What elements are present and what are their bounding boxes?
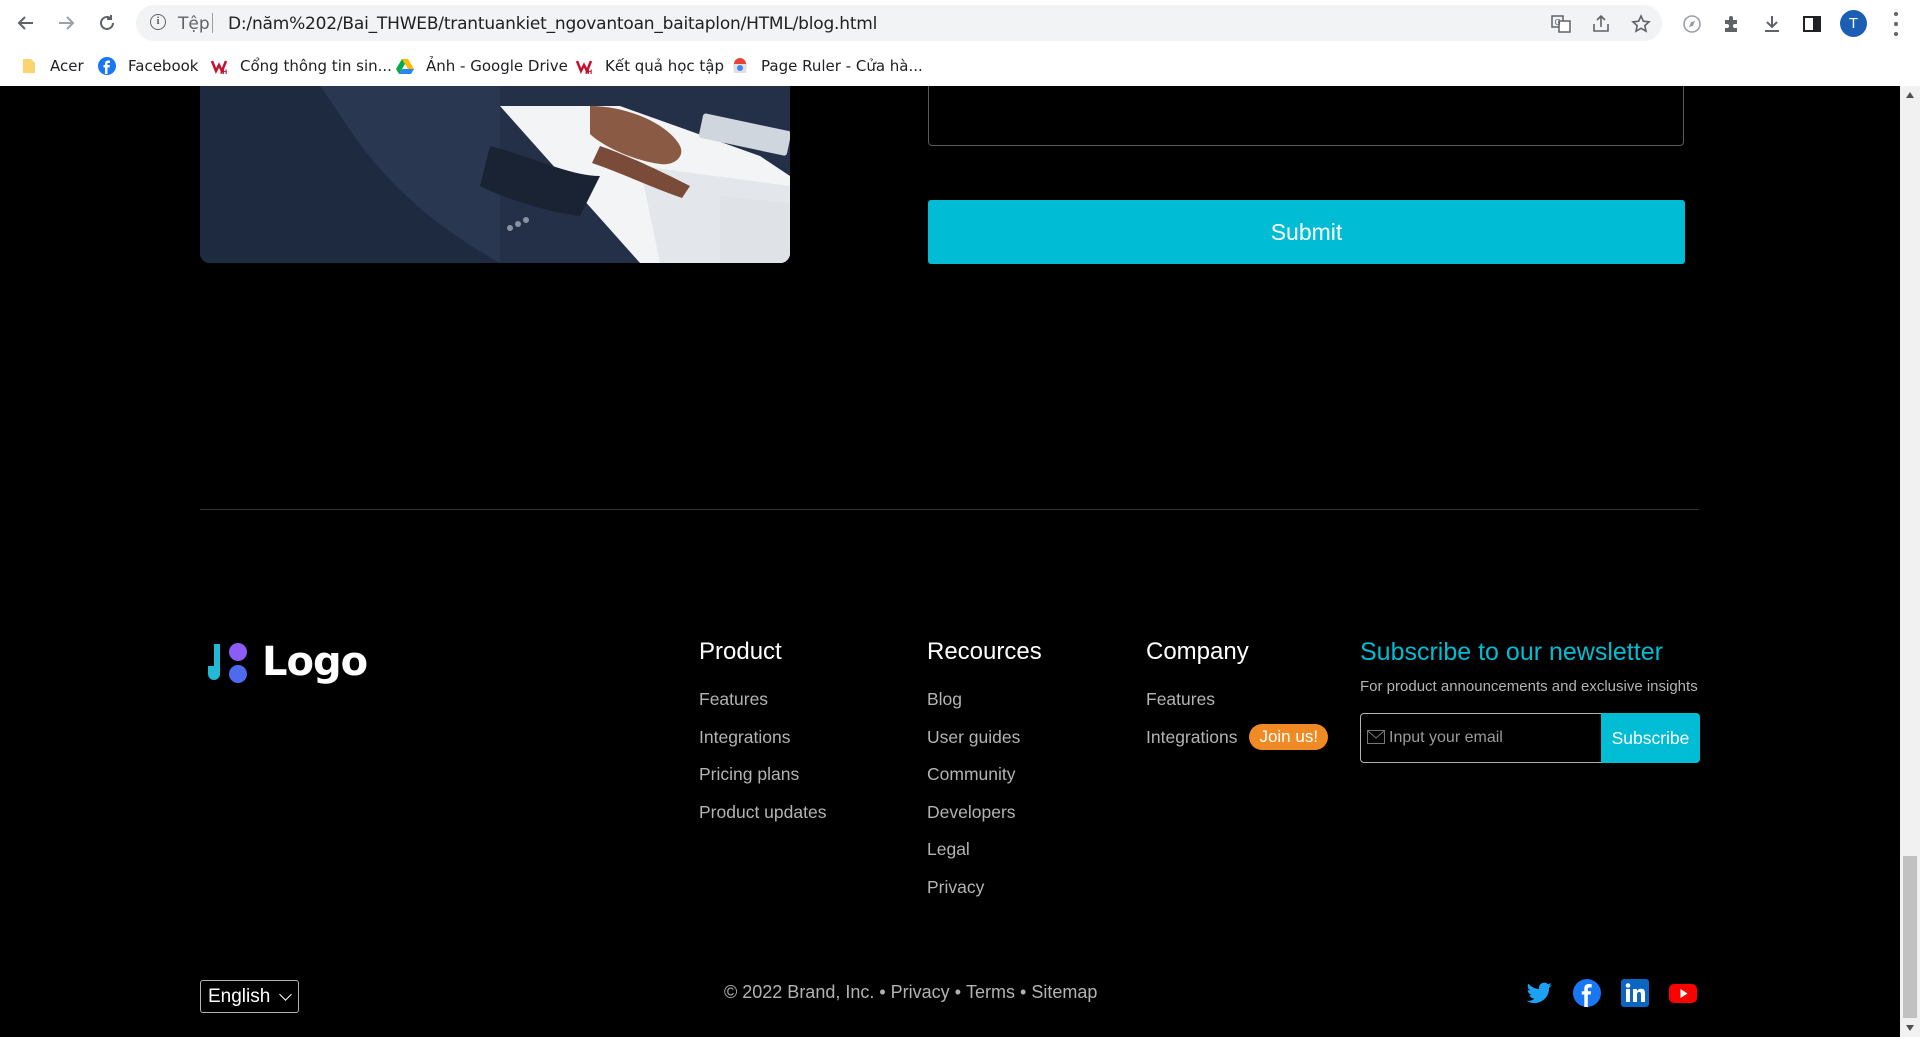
footer-link-user-guides[interactable]: User guides — [927, 727, 1042, 747]
profile-avatar[interactable]: T — [1840, 10, 1867, 37]
bookmark-label: Ảnh - Google Drive — [426, 57, 568, 75]
scroll-down-arrow-icon[interactable] — [1906, 1025, 1914, 1031]
page-viewport: Submit Logo Product Features Integration… — [0, 86, 1900, 1037]
svg-text:IH: IH — [585, 69, 592, 75]
office-photo — [200, 86, 790, 263]
svg-text:IH: IH — [220, 69, 227, 75]
footer-column-resources: Recources Blog User guides Community Dev… — [927, 638, 1042, 914]
footer-link-features[interactable]: Features — [699, 689, 826, 709]
translate-icon[interactable]: G — [1550, 13, 1572, 35]
join-us-badge[interactable]: Join us! — [1249, 723, 1329, 750]
footer-column-product: Product Features Integrations Pricing pl… — [699, 638, 826, 839]
subscribe-button[interactable]: Subscribe — [1601, 713, 1700, 763]
newsletter-title: Subscribe to our newsletter — [1360, 638, 1663, 666]
logo-text: Logo — [262, 639, 368, 685]
linkedin-icon[interactable] — [1620, 978, 1650, 1008]
url-text[interactable]: D:/năm%202/Bai_THWEB/trantuankiet_ngovan… — [228, 14, 877, 34]
email-input[interactable]: Input your email — [1389, 729, 1503, 747]
star-icon[interactable] — [1630, 13, 1652, 35]
footer-logo[interactable]: Logo — [204, 638, 368, 686]
youtube-icon[interactable] — [1668, 978, 1698, 1008]
language-value: English — [208, 985, 271, 1007]
footer-link-community[interactable]: Community — [927, 764, 1042, 784]
column-title: Product — [699, 638, 782, 665]
footer-link-product-updates[interactable]: Product updates — [699, 802, 826, 822]
chevron-down-icon — [279, 988, 292, 1001]
separator: • — [954, 982, 961, 1002]
footer-link-legal[interactable]: Legal — [927, 839, 1042, 859]
footer-link-privacy[interactable]: Privacy — [927, 877, 1042, 897]
share-icon[interactable] — [1590, 13, 1612, 35]
university-logo-icon: IH — [210, 57, 228, 76]
footer-divider — [200, 509, 1699, 510]
bookmark-label: Page Ruler - Cửa hà... — [761, 57, 923, 75]
google-drive-icon — [396, 57, 414, 75]
side-panel-icon[interactable] — [1800, 12, 1824, 36]
footer-link-developers[interactable]: Developers — [927, 802, 1042, 822]
newsletter-form: Input your email Subscribe — [1360, 713, 1700, 763]
url-scheme-label: Tệp — [178, 14, 210, 34]
download-icon[interactable] — [1760, 12, 1784, 36]
bookmark-label: Cổng thông tin sin... — [240, 57, 392, 75]
footer-link-sitemap[interactable]: Sitemap — [1031, 982, 1097, 1003]
menu-icon[interactable] — [1892, 12, 1900, 36]
twitter-icon[interactable] — [1524, 978, 1554, 1008]
address-bar[interactable]: i Tệp D:/năm%202/Bai_THWEB/trantuankiet_… — [136, 5, 1662, 41]
svg-text:G: G — [1555, 18, 1561, 27]
bookmark-google-drive[interactable]: Ảnh - Google Drive — [396, 56, 568, 76]
compass-extension-icon[interactable] — [1680, 12, 1704, 36]
footer-link-blog[interactable]: Blog — [927, 689, 1042, 709]
vertical-scrollbar[interactable] — [1900, 86, 1920, 1037]
bookmark-cong-thong-tin[interactable]: IH Cổng thông tin sin... — [210, 56, 392, 76]
bookmark-ket-qua-hoc-tap[interactable]: IH Kết quả học tập — [575, 56, 724, 76]
footer-column-company: Company Features Integrations Join us! — [1146, 638, 1329, 764]
footer-link-integrations-row: Integrations Join us! — [1146, 723, 1329, 750]
bookmark-label: Facebook — [128, 57, 199, 75]
newsletter-subtitle: For product announcements and exclusive … — [1360, 678, 1698, 695]
back-icon[interactable] — [14, 11, 38, 35]
forward-icon[interactable] — [54, 11, 78, 35]
footer-link-integrations[interactable]: Integrations — [699, 727, 826, 747]
footer-link-pricing-plans[interactable]: Pricing plans — [699, 764, 826, 784]
footer-link-privacy-policy[interactable]: Privacy — [891, 982, 950, 1003]
webstore-icon — [731, 57, 749, 75]
university-logo-icon: IH — [575, 57, 593, 76]
bookmark-page-ruler[interactable]: Page Ruler - Cửa hà... — [731, 56, 923, 76]
folder-icon — [20, 57, 38, 75]
logo-mark-icon — [208, 643, 247, 683]
extensions-icon[interactable] — [1719, 12, 1743, 36]
bookmark-acer[interactable]: Acer — [20, 56, 84, 76]
scroll-up-arrow-icon[interactable] — [1906, 92, 1914, 98]
separator: • — [879, 982, 886, 1002]
bookmark-label: Acer — [50, 57, 84, 75]
url-separator — [212, 13, 213, 33]
message-textarea[interactable] — [928, 86, 1684, 146]
copyright-text: © 2022 Brand, Inc. — [724, 982, 875, 1002]
submit-button[interactable]: Submit — [928, 200, 1685, 264]
info-icon[interactable]: i — [150, 14, 166, 30]
browser-toolbar: i Tệp D:/năm%202/Bai_THWEB/trantuankiet_… — [0, 0, 1920, 46]
language-select[interactable]: English — [200, 980, 299, 1013]
copyright-bar: © 2022 Brand, Inc. • Privacy • Terms • S… — [724, 982, 1097, 1003]
footer-link-features[interactable]: Features — [1146, 689, 1328, 709]
reload-icon[interactable] — [95, 11, 119, 35]
column-title: Recources — [927, 638, 1042, 665]
bookmarks-bar: Acer Facebook IH Cổng thông tin sin... Ả… — [0, 46, 1920, 87]
separator: • — [1020, 982, 1027, 1002]
bookmark-label: Kết quả học tập — [605, 57, 724, 75]
mail-icon — [1367, 730, 1385, 744]
scrollbar-thumb[interactable] — [1903, 856, 1917, 1018]
column-title: Company — [1146, 638, 1249, 665]
bookmark-facebook[interactable]: Facebook — [98, 56, 198, 76]
facebook-icon — [98, 57, 116, 75]
footer-link-terms[interactable]: Terms — [966, 982, 1015, 1003]
footer-link-integrations[interactable]: Integrations — [1146, 727, 1237, 747]
facebook-icon[interactable] — [1572, 978, 1602, 1008]
